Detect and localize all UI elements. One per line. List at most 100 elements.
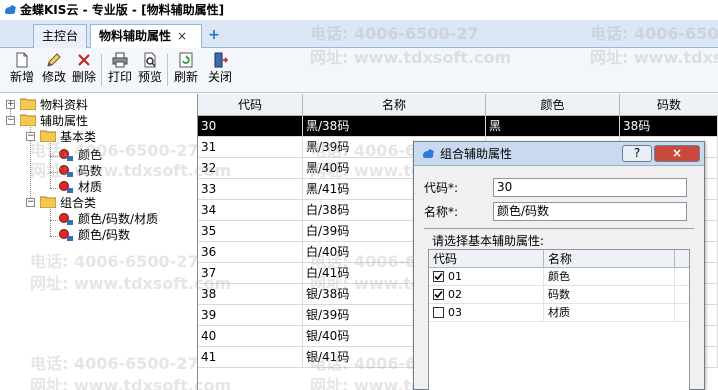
tree-connector [50,236,58,237]
tab-close-icon[interactable]: × [177,25,187,47]
code-field[interactable]: 30 [493,178,687,197]
tab-label: 物料辅助属性 [99,29,172,43]
tab-material-aux-attributes[interactable]: 物料辅助属性 × [90,24,202,49]
dialog-title-bar[interactable]: 组合辅助属性 ? × [414,142,704,166]
close-label: 关闭 [207,70,232,84]
open-folder-icon [40,196,56,208]
new-document-icon [16,52,28,68]
attribute-code: 01 [448,270,462,283]
tab-bar: 主控台 物料辅助属性 × + [0,20,718,49]
combo-attribute-dialog: 组合辅助属性 ? × 代码*: 30 名称*: 颜色/码数 请选择基本辅助属性:… [413,141,705,390]
new-button[interactable]: 新增 [7,50,37,90]
cell-code: 30 [198,116,303,137]
open-folder-icon [40,130,56,142]
tree-connector [50,156,58,157]
cell-code: 31 [198,137,303,158]
toolbar-separator [101,54,102,86]
tree-node-aux-attributes[interactable]: 辅助属性 [40,113,88,129]
tree-node-basic[interactable]: 基本类 [60,129,96,145]
name-label: 名称*: [424,205,459,219]
tree-connector [50,220,58,221]
help-button[interactable]: ? [622,145,652,162]
tree-node-color-size[interactable]: 颜色/码数 [78,227,130,243]
basic-attribute-list: 代码 名称 01 颜色 02 码数 03 材质 [428,249,690,390]
printer-icon [112,52,128,68]
attribute-name: 码数 [544,286,675,304]
column-header-size[interactable]: 码数 [620,94,718,116]
delete-button[interactable]: 删除 [69,50,99,90]
column-header-color[interactable]: 颜色 [486,94,620,116]
close-button[interactable]: 关闭 [205,50,235,90]
list-header: 代码 名称 [429,250,689,268]
collapse-toggle[interactable]: − [26,198,35,207]
refresh-button[interactable]: 刷新 [171,50,201,90]
name-field[interactable]: 颜色/码数 [493,202,687,221]
attribute-code: 03 [448,306,462,319]
select-checkbox[interactable] [433,271,444,282]
tree-connector [50,140,51,188]
collapse-toggle[interactable]: − [6,116,15,125]
code-cell: 02 [429,286,544,304]
print-label: 打印 [107,70,132,84]
cell-code: 35 [198,221,303,242]
app-logo-icon [5,5,16,14]
column-header-name[interactable]: 名称 [303,94,486,116]
open-folder-icon [20,114,36,126]
collapse-toggle[interactable]: − [26,132,35,141]
print-preview-icon [144,52,156,68]
cell-code: 40 [198,326,303,347]
column-header-name[interactable]: 名称 [544,250,675,268]
code-label: 代码*: [424,181,459,195]
tab-main-console[interactable]: 主控台 [33,24,87,48]
dialog-title: 组合辅助属性 [440,147,513,161]
window-title: 金蝶KIS云 - 专业版 - [物料辅助属性] [20,3,225,17]
cell-code: 33 [198,179,303,200]
app-logo-icon [423,149,434,158]
cell-code: 39 [198,305,303,326]
attribute-icon [59,181,73,193]
column-header-code[interactable]: 代码 [429,250,544,268]
add-tab-icon[interactable]: + [205,25,223,45]
preview-button[interactable]: 预览 [135,50,165,90]
list-item[interactable]: 01 颜色 [429,268,689,286]
cell-code: 38 [198,284,303,305]
cell-code: 36 [198,242,303,263]
attribute-code: 02 [448,288,462,301]
select-checkbox[interactable] [433,289,444,300]
tree-node-material-data[interactable]: 物料资料 [40,97,88,113]
cell-code: 41 [198,347,303,368]
select-checkbox[interactable] [433,307,444,318]
edit-label: 修改 [41,70,66,84]
tab-label: 主控台 [42,29,79,43]
tree-node-size[interactable]: 码数 [78,163,102,179]
list-item[interactable]: 02 码数 [429,286,689,304]
code-cell: 01 [429,268,544,286]
cell-code: 37 [198,263,303,284]
cell-code: 32 [198,158,303,179]
cell-size: 38码 [620,116,718,137]
delete-label: 删除 [71,70,96,84]
dialog-close-button[interactable]: × [654,145,700,162]
expand-toggle[interactable]: + [6,100,15,109]
refresh-icon [179,52,193,68]
print-button[interactable]: 打印 [105,50,135,90]
attribute-icon [59,229,73,241]
edit-icon [47,53,61,67]
attribute-icon [59,213,73,225]
toolbar: 新增 修改 删除 打印 预览 刷新 关闭 [0,48,718,93]
cell-color: 黑 [486,116,620,137]
attribute-name: 颜色 [544,268,675,286]
toolbar-separator [167,54,168,86]
tree-node-color-size-material[interactable]: 颜色/码数/材质 [78,211,158,227]
list-item[interactable]: 03 材质 [429,304,689,322]
edit-button[interactable]: 修改 [39,50,69,90]
tree-node-combo[interactable]: 组合类 [60,195,96,211]
tree-node-color[interactable]: 颜色 [78,147,102,163]
table-row[interactable]: 30 黑/38码黑 38码 [198,116,718,137]
app-window: 金蝶KIS云 - 专业版 - [物料辅助属性] 主控台 物料辅助属性 × + 新增… [0,0,718,390]
column-header-code[interactable]: 代码 [198,94,303,116]
cell-name: 黑/38码 [303,116,486,137]
delete-icon [78,54,90,66]
preview-label: 预览 [137,70,162,84]
tree-node-material[interactable]: 材质 [78,179,102,195]
